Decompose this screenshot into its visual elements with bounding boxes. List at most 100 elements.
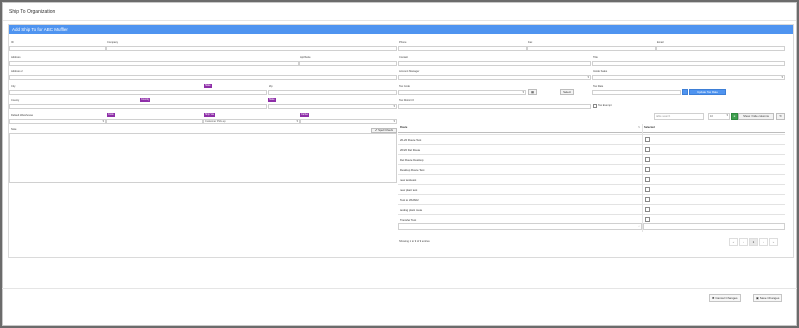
- title-divider: [3, 20, 796, 21]
- table-row[interactable]: 20-20 Route Test: [398, 134, 785, 144]
- code-tag: Code: [107, 113, 115, 117]
- refresh-button[interactable]: ↻: [776, 113, 785, 120]
- selected-filter-input[interactable]: [643, 223, 785, 230]
- table-row[interactable]: 20/20 Del Route: [398, 144, 785, 154]
- next-page-button[interactable]: ›: [759, 238, 768, 246]
- id-input[interactable]: [9, 46, 106, 51]
- prev-page-button[interactable]: ‹: [739, 238, 748, 246]
- table-row[interactable]: Desktop Route Test: [398, 164, 785, 174]
- selected-column-header[interactable]: Selected: [644, 126, 655, 130]
- inside-sales-label: Inside Sales: [593, 70, 608, 73]
- address2-input[interactable]: [9, 75, 397, 80]
- table-row[interactable]: Test to WHS02: [398, 194, 785, 204]
- tax-rate-input[interactable]: [592, 90, 681, 95]
- contact-label: Contact: [399, 56, 408, 59]
- tax-code-select[interactable]: [398, 90, 526, 95]
- company-input[interactable]: [106, 46, 397, 51]
- county-label: County: [11, 99, 20, 102]
- apt-suite-label: Apt/Suite: [300, 56, 311, 59]
- panel-header: Add Ship To for ABC Muffler: [9, 25, 793, 34]
- route-cell: testing plant route: [400, 208, 423, 212]
- note-label: Note: [11, 128, 17, 131]
- selected-checkbox[interactable]: [645, 147, 650, 152]
- contact-input[interactable]: [398, 61, 591, 66]
- route-cell: new testtesst: [400, 178, 417, 182]
- warehouse-select[interactable]: [9, 119, 106, 124]
- route-cell: Test to WHS02: [400, 198, 419, 202]
- tax-grid-button[interactable]: ▦: [528, 89, 537, 95]
- title-input[interactable]: [592, 61, 785, 66]
- selected-checkbox[interactable]: [645, 217, 650, 222]
- table-row[interactable]: Del Route Desktop: [398, 154, 785, 164]
- tax-district-label: Tax District #: [399, 99, 414, 102]
- refresh-icon: ↻: [779, 114, 782, 118]
- table-row[interactable]: new plant test: [398, 184, 785, 194]
- state2-tag: State: [268, 98, 276, 102]
- save-icon: ▣: [756, 296, 759, 300]
- select-button[interactable]: Select: [560, 89, 574, 95]
- selected-checkbox[interactable]: [645, 187, 650, 192]
- route-cell: 20-20 Route Test: [400, 138, 422, 142]
- state-select[interactable]: [268, 104, 397, 109]
- state-tag: State: [204, 84, 212, 88]
- route-cell: Desktop Route Test: [400, 168, 425, 172]
- tax-code-label: Tax Code: [399, 85, 410, 88]
- first-page-button[interactable]: «: [729, 238, 738, 246]
- show-hide-columns-button[interactable]: Show / hide columns: [738, 113, 774, 120]
- address-label: Address: [11, 56, 21, 59]
- columns-toggle-button[interactable]: ≡: [731, 113, 738, 120]
- county-input[interactable]: [9, 104, 267, 109]
- page-1-button[interactable]: 1: [749, 238, 758, 246]
- tax-district-input[interactable]: [398, 104, 591, 109]
- footer-divider: [2, 288, 797, 289]
- zip-input[interactable]: [268, 90, 397, 95]
- route-cell: new plant test: [400, 188, 418, 192]
- selected-checkbox[interactable]: [645, 177, 650, 182]
- update-tax-rate-button[interactable]: Update Tax Rate: [689, 89, 726, 95]
- apt-suite-input[interactable]: [299, 61, 397, 66]
- route-cell: Transfer Test: [400, 218, 417, 222]
- address2-label: Address 2: [11, 70, 23, 73]
- route-filter-input[interactable]: ⌕: [398, 223, 642, 230]
- selected-checkbox[interactable]: [645, 137, 650, 142]
- default-warehouse-label: Default Warehouse: [11, 114, 34, 117]
- inside-sales-select[interactable]: [592, 75, 785, 80]
- pagination-info: Showing 1 to 9 of 9 entries: [399, 240, 430, 243]
- search-icon: ⌕: [638, 225, 640, 228]
- window-title: Ship To Organization: [9, 9, 56, 15]
- code-input[interactable]: [106, 119, 203, 124]
- note-textarea[interactable]: [9, 133, 397, 183]
- tax-exempt-checkbox[interactable]: [593, 104, 597, 108]
- carrier-tag: Carrier: [300, 113, 310, 117]
- tax-rate-label: Tax Rate: [593, 85, 604, 88]
- country-tag: Country: [140, 98, 151, 102]
- page-size-select[interactable]: 10: [708, 113, 730, 120]
- selected-checkbox[interactable]: [645, 207, 650, 212]
- email-label: Email: [657, 41, 664, 44]
- table-row[interactable]: new testtesst: [398, 174, 785, 184]
- route-column-header[interactable]: Route: [400, 126, 407, 130]
- save-label: Save Changes: [759, 296, 780, 300]
- save-changes-button[interactable]: ▣ Save Changes: [753, 294, 783, 302]
- fax-input[interactable]: [527, 46, 656, 51]
- phone-input[interactable]: [398, 46, 527, 51]
- selected-checkbox[interactable]: [645, 197, 650, 202]
- address-input[interactable]: [9, 61, 299, 66]
- ship-via-select[interactable]: Customer Pick-up: [203, 119, 300, 124]
- carrier-select[interactable]: [300, 119, 397, 124]
- cancel-changes-button[interactable]: ✖ Cancel Changes: [709, 294, 741, 302]
- table-search-input[interactable]: table search: [654, 113, 704, 120]
- email-input[interactable]: [656, 46, 785, 51]
- route-cell: Del Route Desktop: [400, 158, 424, 162]
- table-row[interactable]: testing plant route: [398, 204, 785, 214]
- account-manager-select[interactable]: [398, 75, 591, 80]
- selected-checkbox[interactable]: [645, 167, 650, 172]
- id-label: ID: [11, 41, 14, 44]
- ship-via-tag: Ship Via: [204, 113, 215, 117]
- last-page-button[interactable]: »: [769, 238, 778, 246]
- city-input[interactable]: [9, 90, 267, 95]
- city-label: City: [11, 85, 16, 88]
- tax-spinner-button[interactable]: [682, 89, 688, 95]
- selected-checkbox[interactable]: [645, 157, 650, 162]
- routes-table-header: Route ⇅ Selected: [398, 124, 785, 133]
